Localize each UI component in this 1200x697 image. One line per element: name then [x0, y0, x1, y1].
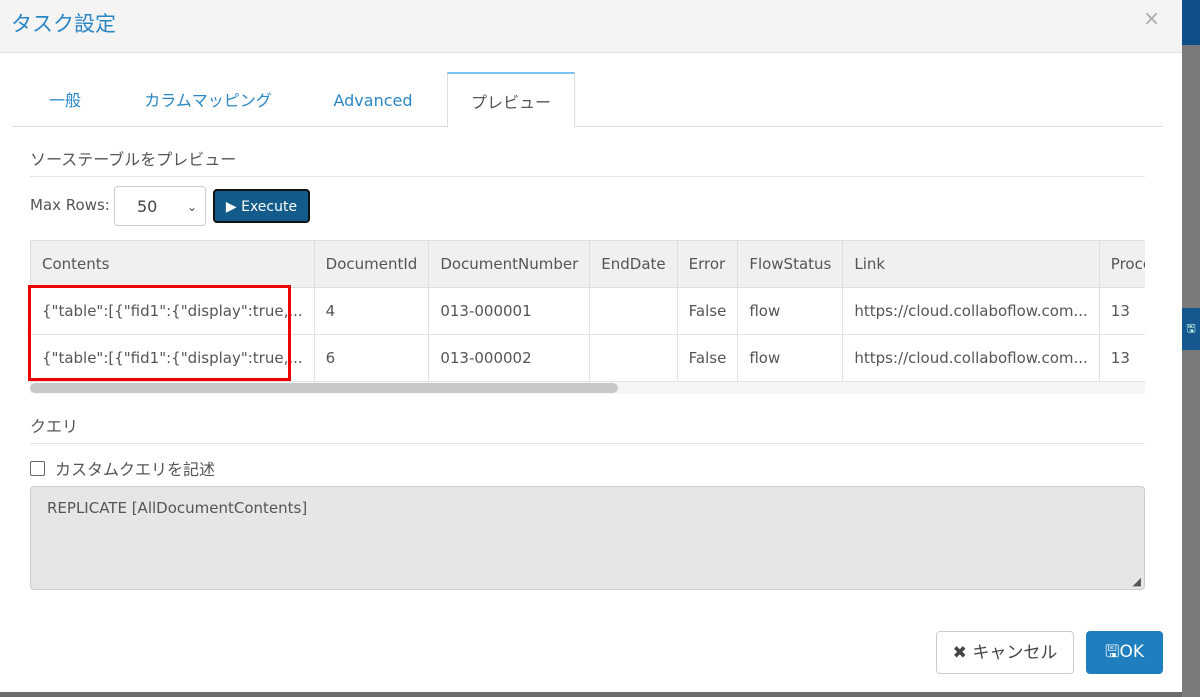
cancel-label: キャンセル [972, 643, 1058, 663]
max-rows-label: Max Rows: [30, 196, 110, 214]
column-header[interactable]: EndDate [589, 240, 678, 288]
cell: flow [737, 334, 844, 382]
cell [589, 334, 678, 382]
cell: 013-000001 [428, 287, 591, 335]
dialog-header: タスク設定 × [0, 0, 1182, 53]
column-header[interactable]: Error [676, 240, 739, 288]
horizontal-scrollbar[interactable] [30, 382, 1145, 394]
checkbox-box[interactable] [30, 460, 45, 476]
close-icon[interactable]: × [1143, 6, 1160, 30]
column-header[interactable]: Proce [1098, 240, 1145, 288]
column-header[interactable]: Link [842, 240, 1100, 288]
cell: flow [737, 287, 844, 335]
cancel-button[interactable]: ✖ キャンセル [936, 631, 1074, 674]
cell: 13 [1098, 287, 1145, 335]
cell: https://cloud.collaboflow.com... [842, 334, 1100, 382]
cell: 13 [1098, 334, 1145, 382]
cell: 013-000002 [428, 334, 591, 382]
task-settings-dialog: タスク設定 × 一般 カラムマッピング Advanced プレビュー ソーステー… [0, 0, 1182, 692]
query-text: REPLICATE [AllDocumentContents] [47, 499, 308, 517]
custom-query-label: カスタムクエリを記述 [55, 460, 216, 479]
ok-button[interactable]: 🖫OK [1086, 631, 1163, 674]
column-header[interactable]: DocumentNumber [428, 240, 591, 288]
preview-section-title: ソーステーブルをプレビュー [30, 146, 1145, 177]
tab-general[interactable]: 一般 [30, 72, 100, 126]
close-icon: ✖ [952, 643, 973, 663]
column-header[interactable]: DocumentId [313, 240, 430, 288]
query-section-title: クエリ [30, 413, 1145, 444]
tab-preview[interactable]: プレビュー [447, 72, 575, 128]
ok-label: OK [1119, 642, 1144, 662]
background-header [1182, 0, 1200, 45]
table-header-row: Contents DocumentId DocumentNumber EndDa… [30, 240, 1145, 288]
save-icon: 🖫 [1104, 642, 1120, 662]
tab-advanced[interactable]: Advanced [322, 72, 424, 126]
execute-button[interactable]: ▶ Execute [213, 189, 310, 223]
column-header[interactable]: Contents [30, 240, 315, 288]
cell: 6 [313, 334, 430, 382]
column-header[interactable]: FlowStatus [737, 240, 844, 288]
cell: False [676, 287, 739, 335]
query-textarea[interactable]: REPLICATE [AllDocumentContents] ◢ [30, 486, 1145, 590]
resize-handle-icon[interactable]: ◢ [1133, 575, 1141, 588]
custom-query-checkbox[interactable]: カスタムクエリを記述 [30, 456, 215, 480]
cell [589, 287, 678, 335]
background-save-icon: 🖫 [1182, 308, 1200, 350]
tab-column-mapping[interactable]: カラムマッピング [124, 72, 292, 126]
highlight-box [28, 285, 291, 381]
chevron-down-icon: ⌄ [186, 200, 197, 214]
cell: False [676, 334, 739, 382]
cell: https://cloud.collaboflow.com... [842, 287, 1100, 335]
dialog-title: タスク設定 [11, 12, 116, 36]
max-rows-value: 50 [137, 197, 158, 216]
max-rows-select[interactable]: 50 ⌄ [114, 186, 206, 226]
tab-bar: 一般 カラムマッピング Advanced プレビュー [12, 72, 1163, 128]
cell: 4 [313, 287, 430, 335]
scrollbar-thumb[interactable] [30, 383, 618, 393]
